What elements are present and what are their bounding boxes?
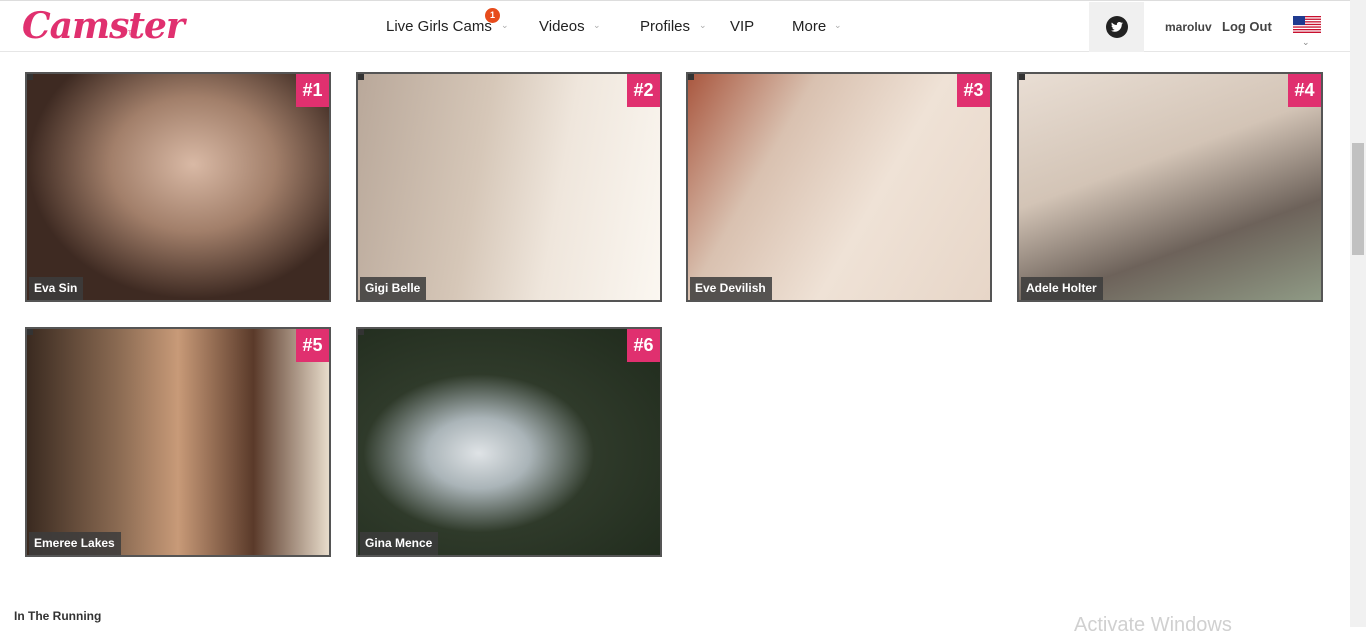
nav-live-girls-cams[interactable]: Live Girls Cams xyxy=(386,18,492,35)
nav-more[interactable]: More xyxy=(792,18,826,35)
site-logo[interactable]: Camster xyxy=(22,5,185,47)
chevron-down-icon[interactable]: ⌄ xyxy=(593,20,601,31)
model-thumbnail[interactable] xyxy=(688,74,990,300)
model-thumbnail[interactable] xyxy=(358,74,660,300)
rank-badge: #5 xyxy=(296,329,329,362)
twitter-button[interactable] xyxy=(1089,2,1144,52)
nav-videos[interactable]: Videos xyxy=(539,18,585,35)
chevron-down-icon[interactable]: ⌄ xyxy=(501,20,509,31)
status-indicator xyxy=(27,329,33,335)
model-name[interactable]: Eve Devilish xyxy=(690,277,772,300)
trademark: TM xyxy=(128,31,137,37)
status-indicator xyxy=(358,329,364,335)
section-title: In The Running xyxy=(14,609,102,623)
model-thumbnail[interactable] xyxy=(27,329,329,555)
status-indicator xyxy=(358,74,364,80)
logout-link[interactable]: Log Out xyxy=(1222,19,1272,34)
chevron-down-icon[interactable]: ⌄ xyxy=(1302,37,1310,48)
chevron-down-icon[interactable]: ⌄ xyxy=(699,20,707,31)
page-scrollbar[interactable] xyxy=(1350,0,1366,627)
twitter-icon xyxy=(1106,16,1128,38)
status-indicator xyxy=(688,74,694,80)
rank-badge: #1 xyxy=(296,74,329,107)
model-thumbnail[interactable] xyxy=(27,74,329,300)
model-name[interactable]: Gina Mence xyxy=(360,532,439,555)
notification-badge: 1 xyxy=(485,8,500,23)
model-thumbnail[interactable] xyxy=(1019,74,1321,300)
model-card[interactable]: #4 Adele Holter xyxy=(1017,72,1323,302)
rank-badge: #4 xyxy=(1288,74,1321,107)
rank-badge: #6 xyxy=(627,329,660,362)
scrollbar-thumb[interactable] xyxy=(1352,143,1364,255)
status-indicator xyxy=(27,74,33,80)
model-card[interactable]: #1 Eva Sin xyxy=(25,72,331,302)
model-card[interactable]: #2 Gigi Belle xyxy=(356,72,662,302)
model-name[interactable]: Adele Holter xyxy=(1021,277,1103,300)
rank-badge: #3 xyxy=(957,74,990,107)
rank-badge: #2 xyxy=(627,74,660,107)
us-flag-icon[interactable] xyxy=(1293,16,1321,33)
nav-vip[interactable]: VIP xyxy=(730,18,754,35)
nav-profiles[interactable]: Profiles xyxy=(640,18,690,35)
os-watermark: Activate Windows xyxy=(1074,614,1232,636)
model-card[interactable]: #3 Eve Devilish xyxy=(686,72,992,302)
model-card[interactable]: #6 Gina Mence xyxy=(356,327,662,557)
model-card[interactable]: #5 Emeree Lakes xyxy=(25,327,331,557)
model-name[interactable]: Emeree Lakes xyxy=(29,532,121,555)
chevron-down-icon[interactable]: ⌄ xyxy=(834,20,842,31)
model-thumbnail[interactable] xyxy=(358,329,660,555)
status-indicator xyxy=(1019,74,1025,80)
model-name[interactable]: Gigi Belle xyxy=(360,277,427,300)
model-name[interactable]: Eva Sin xyxy=(29,277,84,300)
username[interactable]: maroluv xyxy=(1165,20,1212,34)
site-header: Camster TM Live Girls Cams 1 ⌄ Videos ⌄ … xyxy=(0,0,1350,52)
